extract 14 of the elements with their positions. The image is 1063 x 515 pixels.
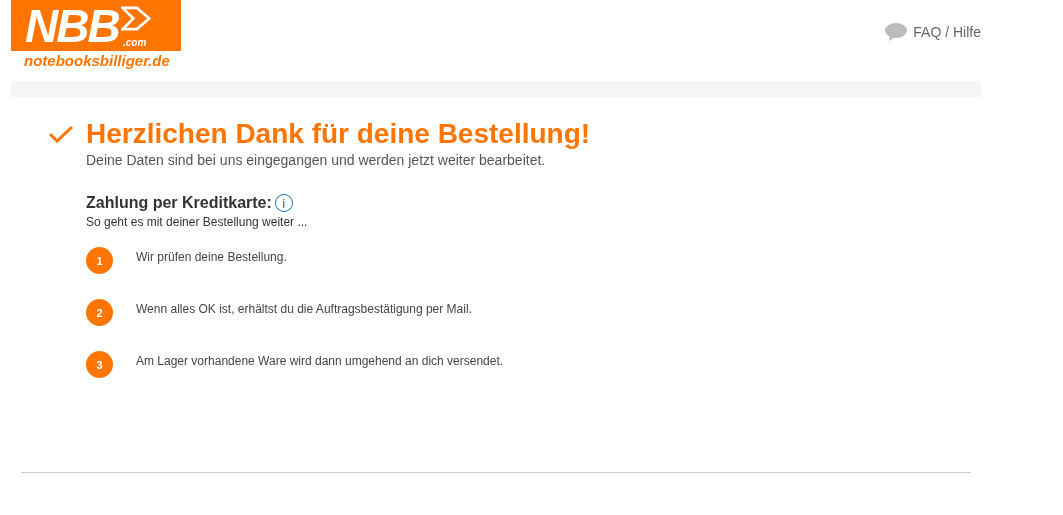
- payment-heading: Zahlung per Kreditkarte:: [86, 194, 272, 212]
- help-link[interactable]: FAQ / Hilfe: [885, 23, 981, 41]
- confirmation-title: Herzlichen Dank für deine Bestellung!: [86, 118, 591, 150]
- payment-intro: So geht es mit deiner Bestellung weiter ...: [86, 215, 309, 229]
- confirmation-subtitle: Deine Daten sind bei uns eingegangen und werden jetzt weiter bearbeitet.: [86, 152, 547, 168]
- step-number: 1: [86, 247, 113, 274]
- step-number: 3: [86, 351, 113, 378]
- step-text: Wenn alles OK ist, erhältst du die Auftragsbestätigung per Mail.: [136, 302, 472, 316]
- logo-wordmark: notebooksbilliger.de: [23, 51, 171, 68]
- step-text: Am Lager vorhandene Ware wird dann umgehend an dich versendet.: [136, 354, 504, 368]
- logo-mark: NBB: [25, 2, 119, 49]
- logo-suffix: .com: [123, 37, 147, 48]
- step-number: 2: [86, 299, 113, 326]
- step-text: Wir prüfen deine Bestellung.: [136, 250, 287, 264]
